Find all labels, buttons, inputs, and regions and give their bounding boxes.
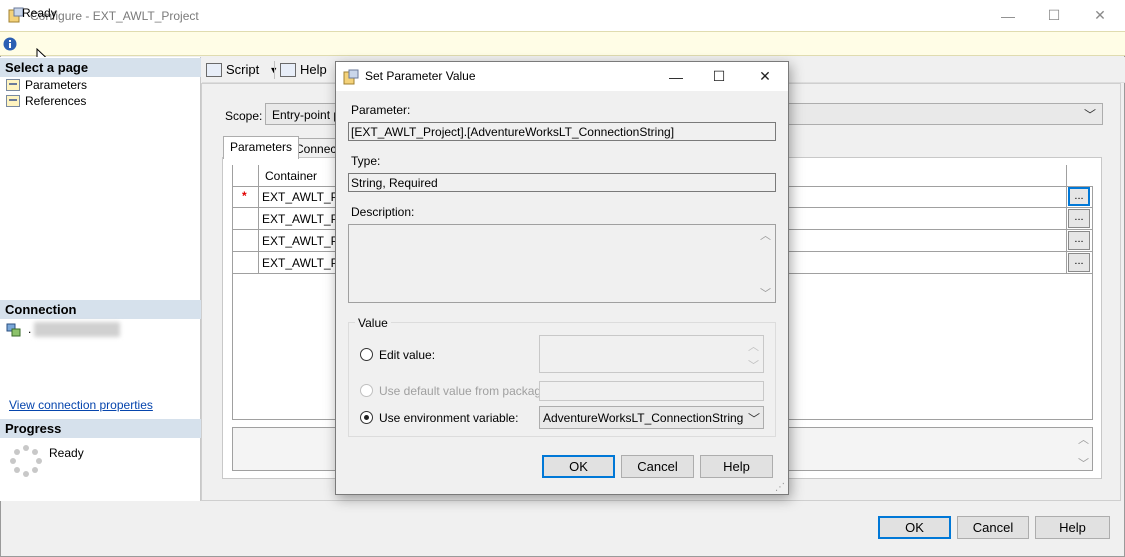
scroll-down-icon[interactable]: ﹀ bbox=[1078, 455, 1089, 471]
script-label: Script bbox=[226, 62, 260, 77]
use-environment-variable-label[interactable]: Use environment variable: bbox=[379, 411, 518, 425]
cancel-button[interactable]: Cancel bbox=[957, 516, 1029, 539]
connection-server: . bbox=[28, 322, 32, 336]
tab-parameters[interactable]: Parameters bbox=[223, 136, 300, 159]
view-connection-properties-link[interactable]: View connection properties bbox=[9, 398, 153, 412]
description-label: Description: bbox=[351, 205, 415, 219]
help-toolbar-button[interactable]: Help bbox=[280, 62, 327, 77]
script-icon bbox=[206, 62, 222, 77]
progress-spinner-icon bbox=[10, 445, 42, 477]
ellipsis-button[interactable]: ... bbox=[1068, 253, 1090, 272]
resize-grip-icon[interactable]: ⋰ bbox=[775, 482, 785, 493]
status-bar bbox=[0, 31, 1125, 56]
scroll-down-icon[interactable]: ﹀ bbox=[760, 285, 771, 301]
use-default-radio bbox=[360, 384, 373, 397]
ellipsis-button[interactable]: ... bbox=[1068, 209, 1090, 228]
page-item-references[interactable]: References bbox=[6, 93, 86, 108]
ok-button[interactable]: OK bbox=[878, 516, 951, 539]
help-icon bbox=[280, 62, 296, 77]
parameter-field[interactable]: [EXT_AWLT_Project].[AdventureWorksLT_Con… bbox=[348, 122, 776, 141]
help-button[interactable]: Help bbox=[1035, 516, 1110, 539]
scroll-up-icon: ︿ bbox=[748, 341, 759, 353]
progress-status: Ready bbox=[49, 446, 84, 460]
dialog-title: Set Parameter Value bbox=[365, 69, 476, 83]
page-icon bbox=[6, 78, 20, 91]
ellipsis-button[interactable]: ... bbox=[1068, 187, 1090, 206]
scroll-down-icon: ﹀ bbox=[748, 360, 759, 372]
page-item-label: References bbox=[25, 93, 87, 108]
chevron-down-icon: ﹀ bbox=[748, 412, 761, 426]
type-label: Type: bbox=[351, 154, 381, 168]
environment-variable-dropdown[interactable]: AdventureWorksLT_ConnectionString bbox=[539, 406, 764, 429]
column-header-container[interactable]: Container bbox=[265, 169, 317, 183]
dialog-close-button[interactable]: ✕ bbox=[742, 62, 788, 91]
required-marker: * bbox=[242, 189, 247, 203]
page-item-parameters[interactable]: Parameters bbox=[6, 77, 87, 92]
close-button[interactable]: ✕ bbox=[1077, 0, 1123, 31]
server-connection-icon bbox=[6, 323, 21, 337]
page-icon bbox=[6, 94, 20, 107]
minimize-button[interactable]: — bbox=[985, 0, 1031, 31]
row-header[interactable] bbox=[233, 208, 259, 230]
redacted-server-name bbox=[34, 322, 120, 337]
toolbar-separator bbox=[274, 61, 275, 79]
grid-corner bbox=[233, 165, 259, 187]
row-header[interactable] bbox=[233, 252, 259, 274]
default-value-field bbox=[539, 381, 764, 401]
use-environment-variable-radio[interactable] bbox=[360, 411, 373, 424]
edit-value-label[interactable]: Edit value: bbox=[379, 348, 435, 362]
dialog-cancel-button[interactable]: Cancel bbox=[621, 455, 694, 478]
info-icon bbox=[3, 37, 17, 51]
edit-value-field[interactable] bbox=[539, 335, 764, 373]
progress-header: Progress bbox=[0, 419, 201, 438]
select-page-header: Select a page bbox=[0, 58, 201, 77]
scroll-up-icon[interactable]: ︿ bbox=[1078, 431, 1089, 447]
row-header[interactable] bbox=[233, 230, 259, 252]
page-item-label: Parameters bbox=[25, 77, 88, 92]
parameter-label: Parameter: bbox=[351, 103, 411, 117]
connection-header: Connection bbox=[0, 300, 201, 319]
dialog-help-button[interactable]: Help bbox=[700, 455, 773, 478]
script-button[interactable]: Script ▼ bbox=[206, 62, 278, 77]
dialog-ok-button[interactable]: OK bbox=[542, 455, 615, 478]
scroll-up-icon[interactable]: ︿ bbox=[760, 227, 771, 243]
value-group-label: Value bbox=[355, 316, 391, 330]
maximize-button[interactable]: ☐ bbox=[1031, 0, 1077, 31]
dialog-maximize-button[interactable]: ☐ bbox=[696, 62, 742, 91]
help-label: Help bbox=[300, 62, 327, 77]
chevron-down-icon: ﹀ bbox=[1084, 108, 1097, 122]
dialog-app-icon bbox=[343, 69, 359, 85]
ellipsis-button[interactable]: ... bbox=[1068, 231, 1090, 250]
status-text: Ready bbox=[22, 6, 57, 20]
type-field[interactable]: String, Required bbox=[348, 173, 776, 192]
dialog-minimize-button[interactable]: — bbox=[653, 62, 699, 91]
use-default-label: Use default value from package bbox=[379, 384, 548, 398]
description-field[interactable] bbox=[348, 224, 776, 303]
scope-label: Scope: bbox=[225, 109, 263, 123]
edit-value-radio[interactable] bbox=[360, 348, 373, 361]
